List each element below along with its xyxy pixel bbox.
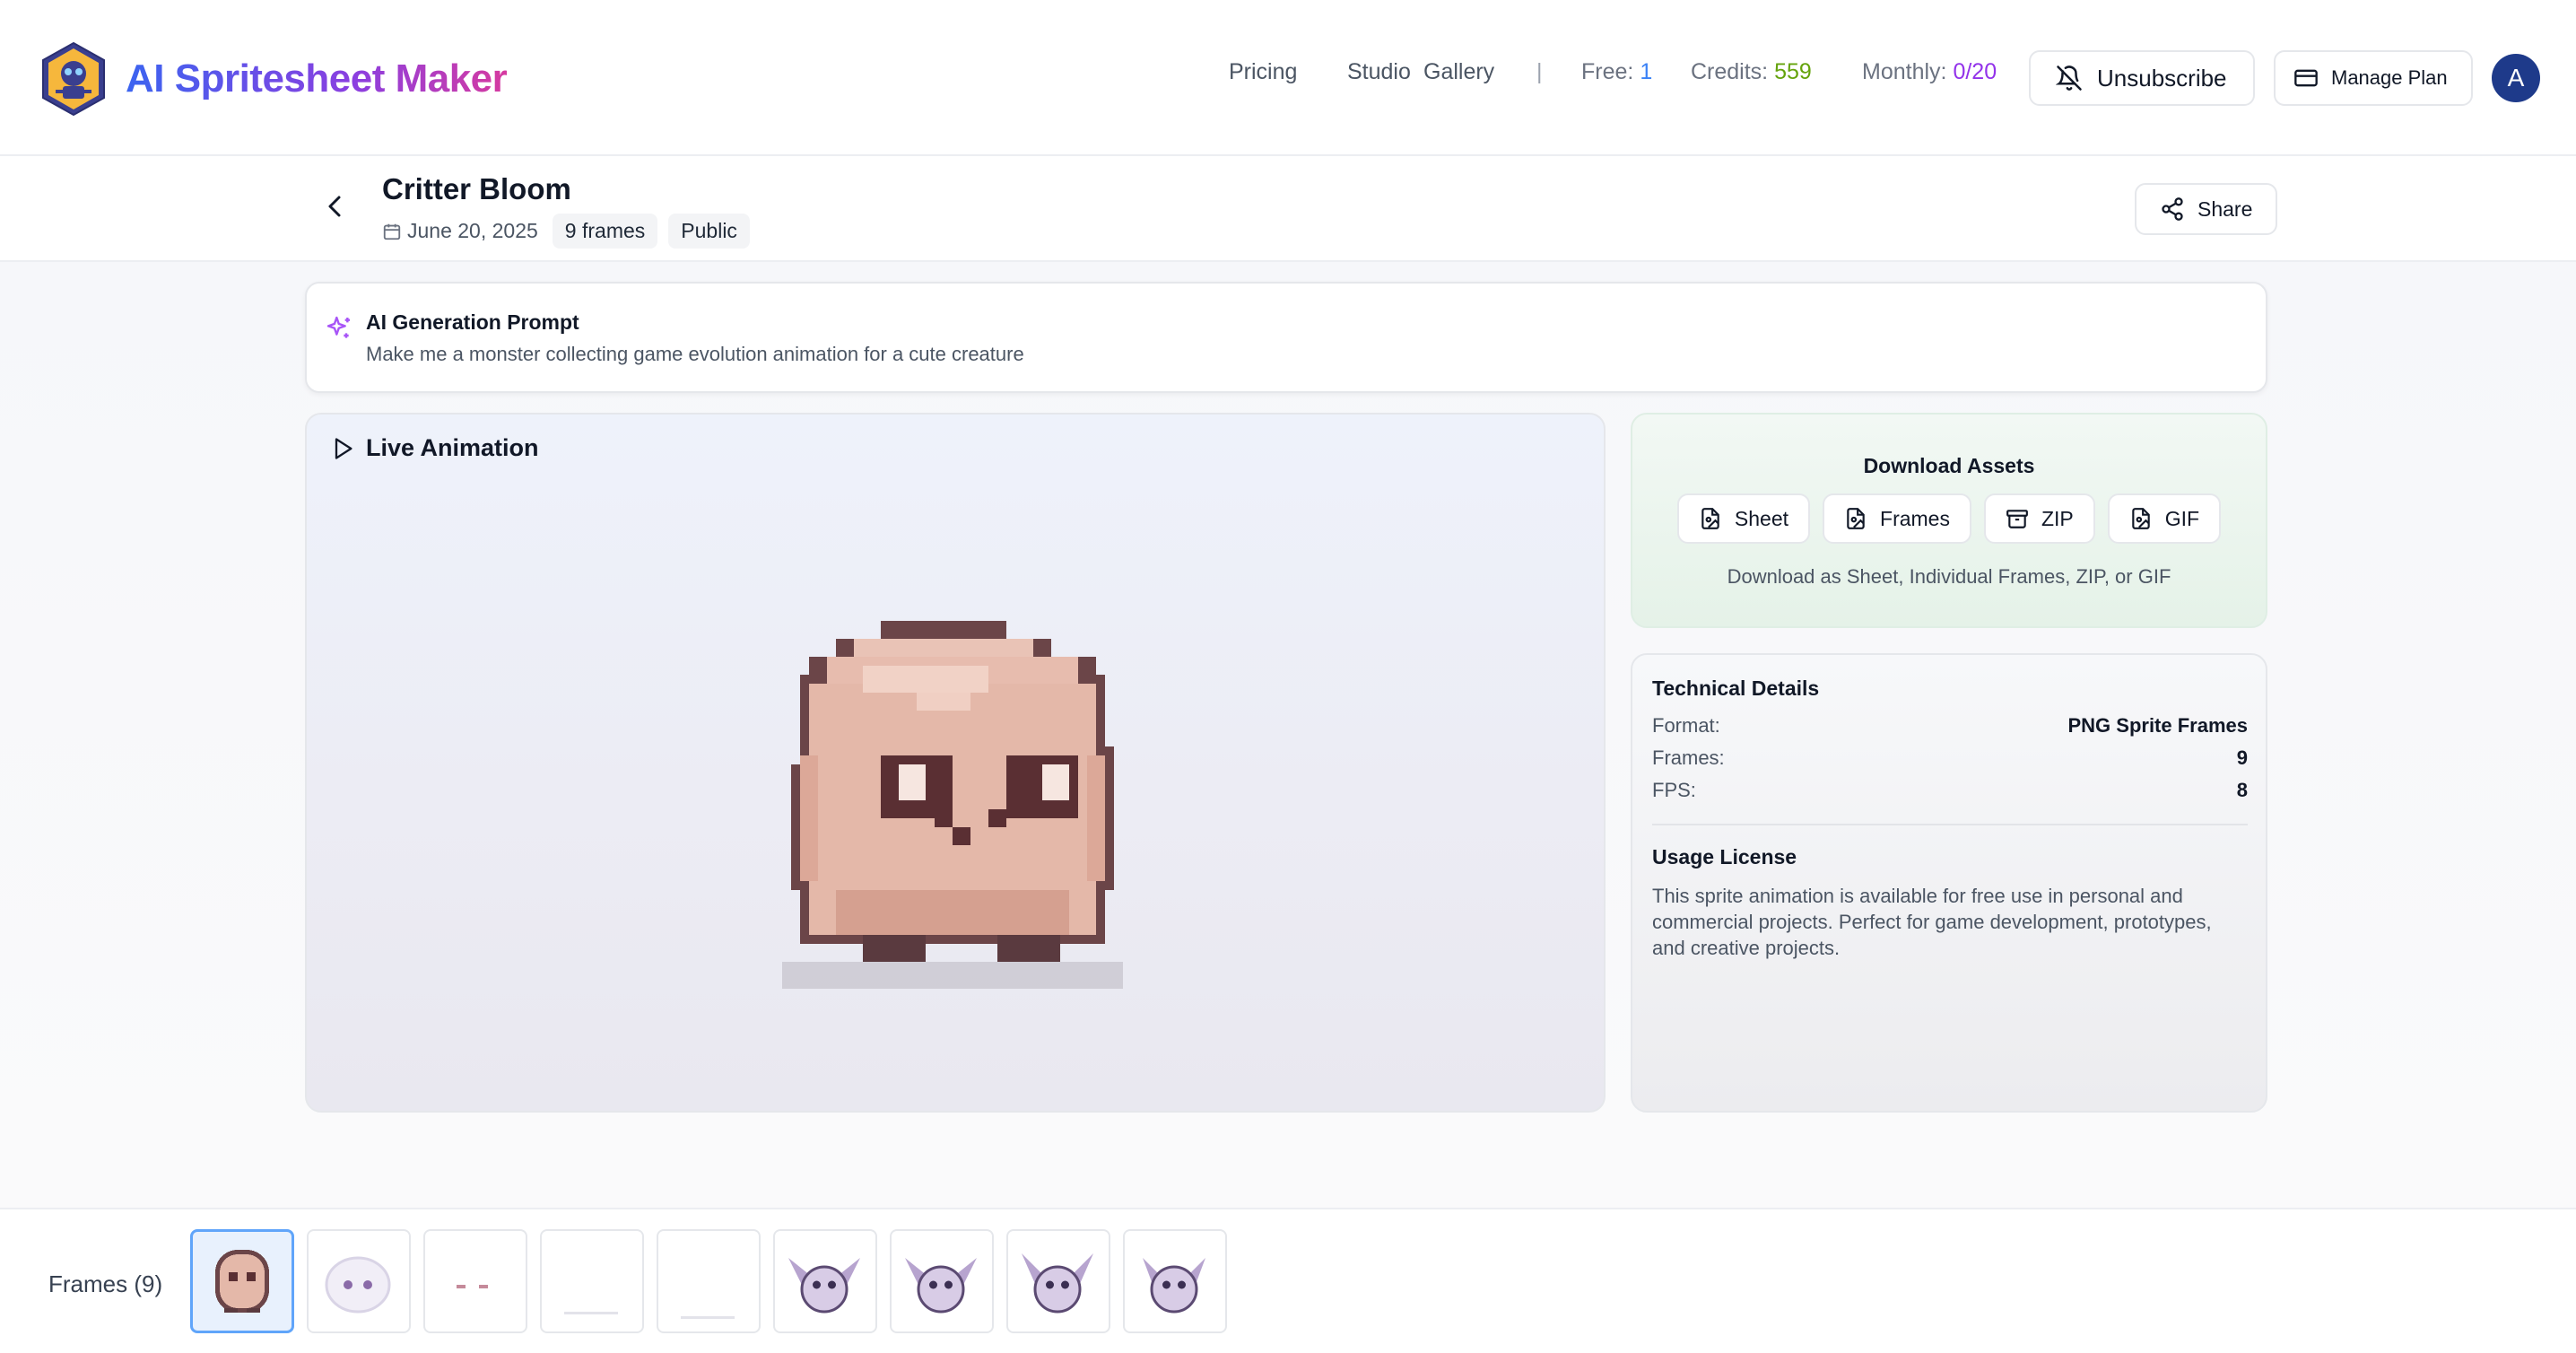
download-sheet-label: Sheet: [1734, 506, 1789, 530]
frame-thumb-4[interactable]: [540, 1229, 644, 1333]
manage-plan-label: Manage Plan: [2331, 66, 2448, 89]
nav-gallery[interactable]: Gallery: [1423, 59, 1494, 85]
technical-title: Technical Details: [1652, 676, 1820, 700]
bell-off-icon: [2056, 65, 2082, 91]
detail-row-format: Format: PNG Sprite Frames: [1652, 714, 2248, 738]
download-zip-label: ZIP: [2041, 506, 2074, 530]
free-stat: Free: 1: [1581, 59, 1652, 85]
nav-studio[interactable]: Studio: [1347, 59, 1411, 85]
download-sheet-button[interactable]: Sheet: [1676, 493, 1811, 544]
download-frames-label: Frames: [1880, 506, 1950, 530]
monthly-stat: Monthly: 0/20: [1862, 59, 1997, 85]
frames-chip: 9 frames: [552, 214, 658, 249]
file-image-icon: [1701, 508, 1719, 529]
unsubscribe-button[interactable]: Unsubscribe: [2029, 50, 2255, 106]
archive-icon: [2006, 510, 2028, 528]
detail-row-fps: FPS: 8: [1652, 779, 2248, 802]
detail-key: FPS:: [1652, 779, 1696, 801]
frame-thumb-2[interactable]: [307, 1229, 411, 1333]
frame-image: [681, 1316, 735, 1319]
frame-thumb-1[interactable]: [190, 1229, 294, 1333]
detail-value: PNG Sprite Frames: [2067, 714, 2248, 737]
prompt-card: AI Generation Prompt Make me a monster c…: [305, 282, 2267, 393]
chevron-left-icon[interactable]: [321, 188, 348, 224]
free-label: Free:: [1581, 59, 1634, 84]
detail-row-frames: Frames: 9: [1652, 746, 2248, 770]
download-zip-button[interactable]: ZIP: [1983, 493, 2095, 544]
prompt-text: Make me a monster collecting game evolut…: [366, 343, 1024, 365]
divider: [1652, 824, 2248, 825]
detail-key: Format:: [1652, 714, 1720, 737]
download-gif-label: GIF: [2164, 506, 2200, 530]
free-value: 1: [1640, 59, 1653, 84]
nav-pricing[interactable]: Pricing: [1229, 59, 1297, 85]
detail-value: 8: [2236, 779, 2248, 801]
frame-thumb-6[interactable]: [773, 1229, 877, 1333]
frame-image: [457, 1285, 488, 1288]
credits-value: 559: [1774, 59, 1812, 84]
file-image-icon: [2132, 508, 2150, 529]
license-title: Usage License: [1652, 845, 1797, 869]
frames-bar: Frames (9): [0, 1208, 2576, 1353]
frame-image: [788, 1258, 860, 1314]
monthly-value: 0/20: [1953, 59, 1997, 84]
file-image-icon: [1847, 508, 1865, 529]
credits-label: Credits:: [1691, 59, 1769, 84]
frame-image: [325, 1256, 391, 1314]
technical-details-card: Technical Details Format: PNG Sprite Fra…: [1631, 653, 2267, 1113]
play-icon: [335, 437, 352, 459]
share-icon: [2162, 197, 2183, 221]
logo-icon: [42, 41, 105, 117]
visibility-chip: Public: [668, 214, 750, 249]
live-animation-panel: Live Animation: [305, 413, 1606, 1113]
detail-value: 9: [2236, 746, 2248, 769]
calendar-icon: [383, 223, 401, 240]
share-label: Share: [2197, 196, 2253, 221]
live-animation-header: Live Animation: [330, 434, 539, 462]
avatar[interactable]: A: [2492, 54, 2540, 102]
top-navbar: AI Spritesheet Maker Pricing Studio Gall…: [0, 0, 2576, 156]
download-description: Download as Sheet, Individual Frames, ZI…: [1727, 565, 2171, 588]
frame-image: [1143, 1258, 1205, 1314]
frame-thumb-8[interactable]: [1006, 1229, 1110, 1333]
download-title: Download Assets: [1863, 454, 2035, 477]
download-assets-card: Download Assets Sheet Frames ZIP GIF Dow…: [1631, 413, 2267, 628]
frame-thumb-7[interactable]: [890, 1229, 994, 1333]
frame-image: [1022, 1253, 1093, 1314]
frames-label: Frames (9): [48, 1270, 163, 1297]
license-text: This sprite animation is available for f…: [1652, 885, 2212, 959]
download-frames-button[interactable]: Frames: [1823, 493, 1971, 544]
credits-stat: Credits: 559: [1691, 59, 1812, 85]
unsubscribe-label: Unsubscribe: [2097, 64, 2227, 92]
credit-card-icon: [2294, 69, 2318, 87]
sprite-title: Critter Bloom: [382, 172, 571, 205]
frame-image: [905, 1258, 977, 1314]
download-gif-button[interactable]: GIF: [2107, 493, 2222, 544]
frame-thumb-5[interactable]: [657, 1229, 761, 1333]
brand[interactable]: AI Spritesheet Maker: [39, 41, 508, 117]
sprite-date: June 20, 2025: [407, 219, 538, 242]
share-button[interactable]: Share: [2135, 183, 2278, 235]
sprite-meta: June 20, 2025 9 frames Public: [382, 214, 750, 249]
live-animation-title: Live Animation: [366, 434, 539, 461]
sprite-preview: [782, 621, 1123, 989]
brand-name: AI Spritesheet Maker: [126, 57, 508, 100]
prompt-title: AI Generation Prompt: [366, 310, 579, 334]
frame-image: [564, 1312, 618, 1314]
frame-image: [215, 1250, 269, 1313]
manage-plan-button[interactable]: Manage Plan: [2274, 50, 2473, 106]
sparkles-icon: [326, 316, 350, 338]
frame-thumb-9[interactable]: [1123, 1229, 1227, 1333]
nav-divider: |: [1536, 59, 1543, 84]
monthly-label: Monthly:: [1862, 59, 1947, 84]
detail-key: Frames:: [1652, 746, 1725, 769]
frame-thumb-3[interactable]: [423, 1229, 527, 1333]
